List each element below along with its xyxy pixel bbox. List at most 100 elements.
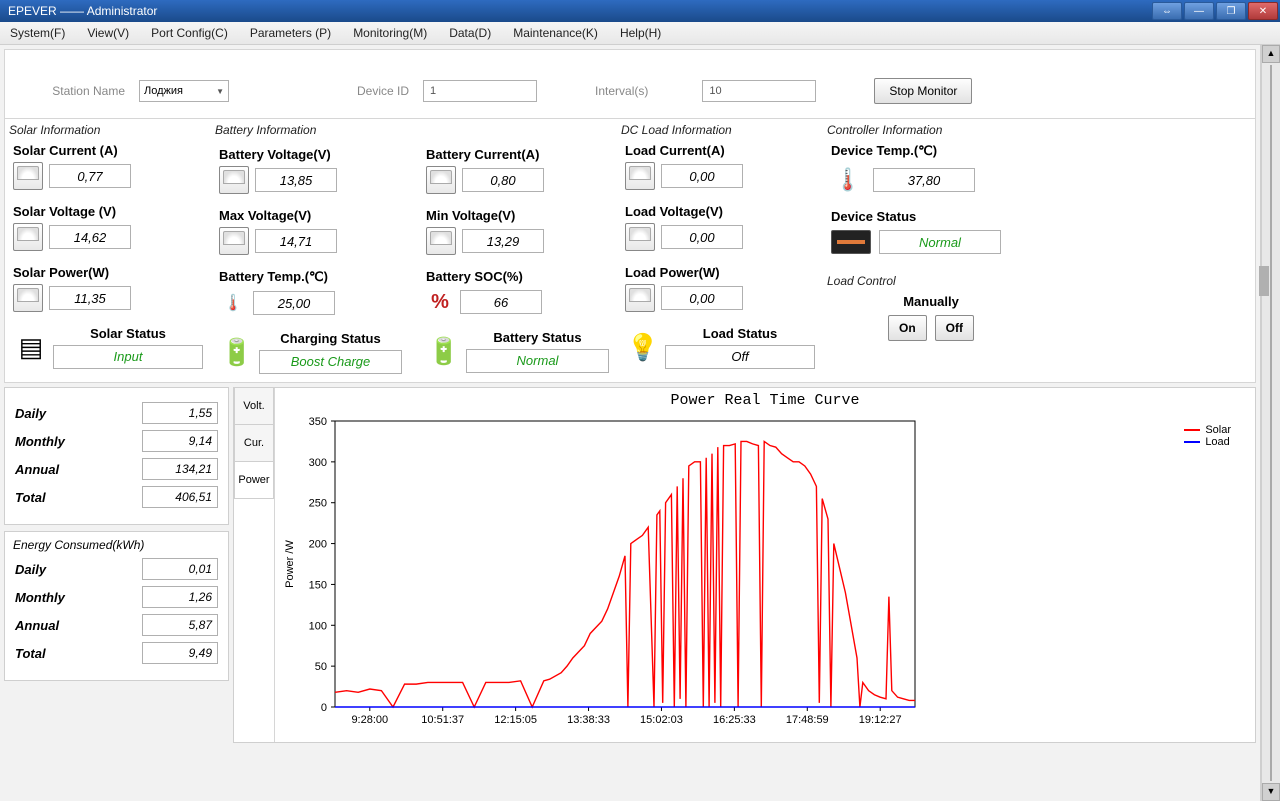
battery-icon: 🔋 bbox=[426, 332, 462, 372]
meter-icon bbox=[426, 227, 456, 255]
menu-help[interactable]: Help(H) bbox=[620, 26, 661, 40]
svg-text:200: 200 bbox=[309, 539, 327, 551]
batt-soc-label: Battery SOC(%) bbox=[426, 269, 609, 284]
stop-monitor-button[interactable]: Stop Monitor bbox=[874, 78, 972, 104]
menu-monitoring[interactable]: Monitoring(M) bbox=[353, 26, 427, 40]
tab-volt[interactable]: Volt. bbox=[234, 387, 274, 425]
battery-icon: 🔋 bbox=[219, 333, 255, 373]
menu-portconfig[interactable]: Port Config(C) bbox=[151, 26, 228, 40]
gen-month-label: Monthly bbox=[15, 434, 65, 449]
svg-text:Power /W: Power /W bbox=[284, 540, 296, 588]
solar-title: Solar Information bbox=[9, 123, 203, 137]
load-status-label: Load Status bbox=[665, 326, 815, 341]
solar-current-value: 0,77 bbox=[49, 164, 131, 188]
svg-text:150: 150 bbox=[309, 579, 327, 591]
load-off-button[interactable]: Off bbox=[935, 315, 974, 341]
svg-text:100: 100 bbox=[309, 620, 327, 632]
scroll-up-icon[interactable]: ▲ bbox=[1262, 45, 1280, 63]
gen-annual-label: Annual bbox=[15, 462, 59, 477]
controller-panel: Controller Information Device Temp.(℃) 🌡… bbox=[823, 123, 1039, 374]
batt-volt-value: 13,85 bbox=[255, 168, 337, 192]
gen-total-label: Total bbox=[15, 490, 46, 505]
con-annual-label: Annual bbox=[15, 618, 59, 633]
device-id-label: Device ID bbox=[357, 84, 409, 98]
charging-status-label: Charging Status bbox=[259, 331, 402, 346]
charging-status-value: Boost Charge bbox=[259, 350, 402, 374]
svg-text:15:02:03: 15:02:03 bbox=[640, 714, 683, 726]
batt-temp-label: Battery Temp.(℃) bbox=[219, 269, 402, 285]
svg-text:250: 250 bbox=[309, 498, 327, 510]
chart-legend: Solar Load bbox=[1184, 424, 1231, 448]
solar-status-value: Input bbox=[53, 345, 203, 369]
battery-panel: Battery Information Battery Voltage(V) 1… bbox=[211, 123, 617, 374]
menu-parameters[interactable]: Parameters (P) bbox=[250, 26, 331, 40]
load-panel: DC Load Information Load Current(A) 0,00… bbox=[617, 123, 823, 374]
svg-text:350: 350 bbox=[309, 416, 327, 428]
device-temp-value: 37,80 bbox=[873, 168, 975, 192]
interval-field[interactable]: 10 bbox=[702, 80, 816, 102]
menu-system[interactable]: System(F) bbox=[10, 26, 65, 40]
svg-text:19:12:27: 19:12:27 bbox=[859, 714, 902, 726]
scroll-down-icon[interactable]: ▼ bbox=[1262, 783, 1280, 801]
power-chart: 050100150200250300350Power /W9:28:0010:5… bbox=[275, 411, 1035, 737]
resize-button[interactable]: ⇔ bbox=[1152, 2, 1182, 20]
load-volt-value: 0,00 bbox=[661, 225, 743, 249]
legend-load: Load bbox=[1205, 436, 1229, 448]
gen-annual-value: 134,21 bbox=[142, 458, 218, 480]
menu-bar: System(F) View(V) Port Config(C) Paramet… bbox=[0, 22, 1280, 45]
svg-text:10:51:37: 10:51:37 bbox=[421, 714, 464, 726]
battery-status-value: Normal bbox=[466, 349, 609, 373]
meter-icon bbox=[13, 162, 43, 190]
svg-text:16:25:33: 16:25:33 bbox=[713, 714, 756, 726]
svg-text:300: 300 bbox=[309, 457, 327, 469]
interval-label: Interval(s) bbox=[595, 84, 648, 98]
con-total-value: 9,49 bbox=[142, 642, 218, 664]
gen-total-value: 406,51 bbox=[142, 486, 218, 508]
load-on-button[interactable]: On bbox=[888, 315, 927, 341]
thermometer-icon: 🌡️ bbox=[831, 165, 865, 195]
batt-volt-label: Battery Voltage(V) bbox=[219, 147, 402, 162]
meter-icon bbox=[219, 166, 249, 194]
battery-title: Battery Information bbox=[215, 123, 609, 137]
batt-max-label: Max Voltage(V) bbox=[219, 208, 402, 223]
scroll-thumb[interactable] bbox=[1270, 65, 1272, 781]
solar-power-value: 11,35 bbox=[49, 286, 131, 310]
svg-text:17:48:59: 17:48:59 bbox=[786, 714, 829, 726]
menu-view[interactable]: View(V) bbox=[87, 26, 129, 40]
gen-month-value: 9,14 bbox=[142, 430, 218, 452]
svg-text:50: 50 bbox=[315, 661, 327, 673]
batt-max-value: 14,71 bbox=[255, 229, 337, 253]
vertical-scrollbar[interactable]: ▲ ▼ bbox=[1261, 45, 1280, 801]
tab-power[interactable]: Power bbox=[234, 461, 274, 499]
load-control-title: Load Control bbox=[827, 274, 1031, 288]
solar-current-label: Solar Current (A) bbox=[13, 143, 203, 158]
device-id-field[interactable]: 1 bbox=[423, 80, 537, 102]
svg-text:0: 0 bbox=[321, 702, 327, 714]
menu-data[interactable]: Data(D) bbox=[449, 26, 491, 40]
chart-area: Volt. Cur. Power Power Real Time Curve S… bbox=[233, 387, 1256, 743]
gen-daily-value: 1,55 bbox=[142, 402, 218, 424]
device-temp-label: Device Temp.(℃) bbox=[831, 143, 1031, 159]
station-name-combo[interactable]: Лоджия▼ bbox=[139, 80, 229, 102]
device-status-label: Device Status bbox=[831, 209, 1031, 224]
solar-status-label: Solar Status bbox=[53, 326, 203, 341]
maximize-button[interactable]: ❐ bbox=[1216, 2, 1246, 20]
batt-cur-label: Battery Current(A) bbox=[426, 147, 609, 162]
minimize-button[interactable]: — bbox=[1184, 2, 1214, 20]
solar-power-label: Solar Power(W) bbox=[13, 265, 203, 280]
batt-min-label: Min Voltage(V) bbox=[426, 208, 609, 223]
menu-maintenance[interactable]: Maintenance(K) bbox=[513, 26, 598, 40]
solar-voltage-label: Solar Voltage (V) bbox=[13, 204, 203, 219]
tab-cur[interactable]: Cur. bbox=[234, 424, 274, 462]
meter-icon bbox=[625, 284, 655, 312]
close-button[interactable]: ✕ bbox=[1248, 2, 1278, 20]
solar-panel-icon: ▤ bbox=[13, 328, 49, 368]
meter-icon bbox=[219, 227, 249, 255]
controller-title: Controller Information bbox=[827, 123, 1031, 137]
energy-generated-box: Daily1,55 Monthly9,14 Annual134,21 Total… bbox=[4, 387, 229, 525]
con-daily-label: Daily bbox=[15, 562, 46, 577]
meter-icon bbox=[426, 166, 456, 194]
con-total-label: Total bbox=[15, 646, 46, 661]
load-status-value: Off bbox=[665, 345, 815, 369]
svg-text:12:15:05: 12:15:05 bbox=[494, 714, 537, 726]
